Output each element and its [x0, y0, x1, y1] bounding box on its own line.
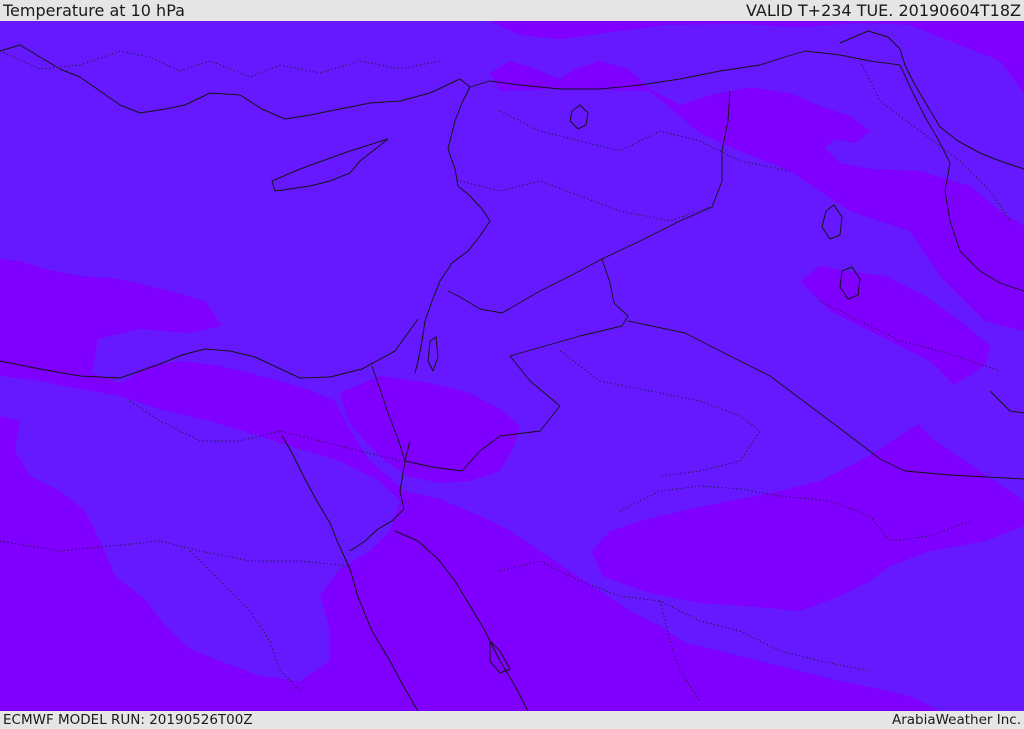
map-header: Temperature at 10 hPa VALID T+234 TUE. 2…	[0, 0, 1024, 21]
map-footer: ECMWF MODEL RUN: 20190526T00Z ArabiaWeat…	[0, 711, 1024, 729]
map-title: Temperature at 10 hPa	[3, 1, 185, 20]
credit-label: ArabiaWeather Inc.	[891, 712, 1021, 728]
model-run-label: ECMWF MODEL RUN: 20190526T00Z	[3, 712, 253, 728]
temperature-map	[0, 21, 1024, 711]
map-figure: Temperature at 10 hPa VALID T+234 TUE. 2…	[0, 0, 1024, 729]
map-area	[0, 21, 1024, 711]
valid-time-label: VALID T+234 TUE. 20190604T18Z	[745, 1, 1021, 20]
